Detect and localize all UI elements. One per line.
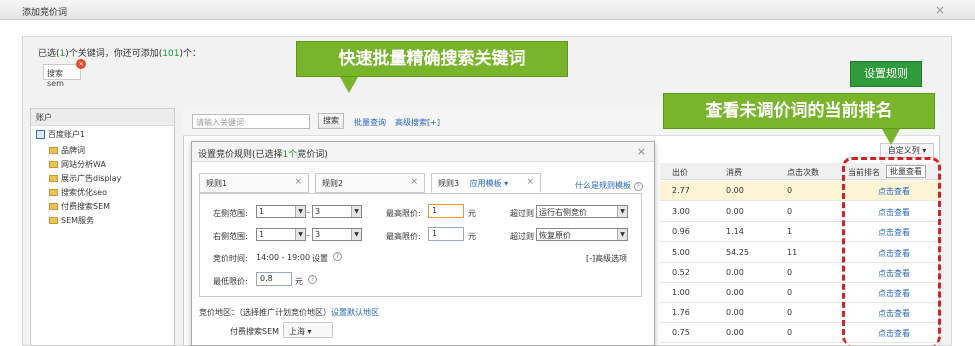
time-range: 14:00 - 19:00 bbox=[256, 253, 311, 262]
account-tree-header: 账户 bbox=[31, 109, 174, 126]
help-icon: ? bbox=[333, 252, 342, 261]
callout-pointer bbox=[340, 77, 358, 93]
template-help-link[interactable]: 什么是规则模板 ? bbox=[575, 180, 643, 191]
selection-summary: 已选(1)个关键词，你还可添加(101)个： bbox=[38, 49, 201, 59]
exceed-action-select[interactable]: 运行右侧竞价 ▼ bbox=[536, 205, 628, 218]
search-button[interactable]: 搜索 bbox=[318, 113, 344, 129]
folder-item[interactable]: 网站分析WA bbox=[31, 157, 174, 171]
region-label: 竞价地区：（选择推广计划竞价地区）设置默认地区 bbox=[199, 308, 379, 317]
rank-column-highlight bbox=[842, 157, 941, 346]
close-icon[interactable]: × bbox=[526, 177, 534, 187]
folder-item[interactable]: 品牌词 bbox=[31, 143, 174, 157]
batch-query-link[interactable]: 批量查询 bbox=[354, 117, 386, 128]
region-select[interactable]: 上海 ▾ bbox=[283, 322, 333, 338]
folder-icon bbox=[49, 202, 58, 210]
plan-name: 付费搜索SEM bbox=[230, 327, 280, 336]
folder-icon bbox=[49, 146, 58, 154]
checkbox-icon[interactable] bbox=[36, 130, 45, 139]
folder-icon bbox=[49, 216, 58, 224]
right-range-from-select[interactable]: 1 ▼ bbox=[256, 228, 306, 241]
col-bid[interactable]: 出价 bbox=[672, 167, 688, 178]
customize-columns-button[interactable]: 自定义列 ▾ bbox=[880, 143, 934, 158]
keyword-tag: 搜索sem × bbox=[43, 59, 86, 88]
help-icon: ? bbox=[308, 275, 317, 284]
tab-rule-3[interactable]: 规则3 应用模板 ▾ × bbox=[431, 173, 541, 193]
col-clicks[interactable]: 点击次数 bbox=[787, 167, 819, 178]
callout-view-rank: 查看未调价词的当前排名 bbox=[663, 93, 935, 129]
max-price-input-right[interactable]: 1 bbox=[428, 227, 464, 241]
tab-rule-2[interactable]: 规则2 × bbox=[315, 173, 425, 193]
folder-item[interactable]: 付费搜索SEM bbox=[31, 199, 174, 213]
window-titlebar: 添加竞价词 × bbox=[0, 0, 975, 20]
apply-template-link[interactable]: 应用模板 ▾ bbox=[470, 179, 509, 188]
keyword-search-input[interactable]: 请输入关键词 bbox=[192, 114, 310, 129]
close-icon[interactable]: × bbox=[294, 177, 302, 187]
folder-icon bbox=[49, 174, 58, 182]
close-icon[interactable]: × bbox=[935, 3, 945, 17]
tab-rule-1[interactable]: 规则1 × bbox=[199, 173, 309, 193]
advanced-options-link[interactable]: [-]高级选项 bbox=[586, 253, 627, 264]
account-item[interactable]: 百度账户1 bbox=[31, 126, 174, 143]
advanced-search-link[interactable]: 高级搜索[+] bbox=[395, 117, 440, 128]
callout-batch-search: 快速批量精确搜索关键词 bbox=[296, 41, 568, 77]
exceed-action-select-right[interactable]: 恢复原价 ▼ bbox=[536, 228, 628, 241]
rule-modal-title: 设置竞价规则(已选择1个竞价词) bbox=[192, 142, 654, 162]
close-icon[interactable]: × bbox=[637, 145, 646, 158]
folder-icon bbox=[49, 188, 58, 196]
help-icon: ? bbox=[633, 182, 643, 191]
remove-tag-icon[interactable]: × bbox=[76, 59, 86, 69]
default-region-link[interactable]: 设置默认地区 bbox=[331, 308, 379, 317]
window-title: 添加竞价词 bbox=[22, 8, 68, 18]
right-range-to-select[interactable]: 3 ▼ bbox=[312, 228, 362, 241]
folder-item[interactable]: SEM服务 bbox=[31, 213, 174, 227]
account-tree: 账户 百度账户1 品牌词 网站分析WA 展示广告display 搜索优化seo … bbox=[30, 108, 175, 346]
close-icon[interactable]: × bbox=[410, 177, 418, 187]
set-rule-button[interactable]: 设置规则 bbox=[850, 61, 922, 87]
max-price-input[interactable]: 1 bbox=[428, 204, 464, 218]
left-range-to-select[interactable]: 3 ▼ bbox=[312, 205, 362, 218]
folder-item[interactable]: 搜索优化seo bbox=[31, 185, 174, 199]
folder-icon bbox=[49, 160, 58, 168]
left-range-from-select[interactable]: 1 ▼ bbox=[256, 205, 306, 218]
callout-pointer bbox=[882, 129, 900, 145]
folder-item[interactable]: 展示广告display bbox=[31, 171, 174, 185]
time-set-link[interactable]: 设置 bbox=[312, 253, 328, 264]
col-cost[interactable]: 消费 bbox=[726, 167, 742, 178]
min-price-input[interactable]: 0.8 bbox=[256, 272, 292, 286]
